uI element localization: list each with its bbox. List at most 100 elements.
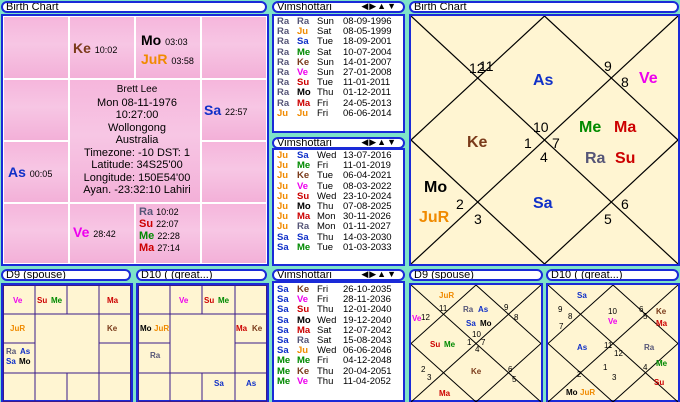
- d9s-jur: JuR: [10, 324, 26, 333]
- north-planet-ma: Ma: [614, 119, 637, 136]
- day-name: Thu: [317, 375, 334, 387]
- d9s-ma: Ma: [107, 296, 119, 305]
- vimshottari-row[interactable]: Me Ve Thu 11-04-2052: [277, 375, 392, 387]
- start-date: 11-04-2052: [343, 375, 391, 387]
- birth-chart-left-title: Birth Chart: [6, 1, 59, 13]
- d10-south-chart[interactable]: Ve Su Me Mo JuR Ma Ke Ra Sa As: [136, 283, 269, 402]
- d9n-su: Su: [430, 340, 441, 349]
- d10n-jur: JuR: [580, 388, 596, 397]
- d10n-n5: 5: [643, 312, 648, 321]
- birth-chart-right-title: Birth Chart: [414, 1, 467, 13]
- planet-sa: Sa 22:57: [204, 102, 248, 118]
- house-8-number: 8: [621, 74, 629, 90]
- planet-jur: JuR 03:58: [141, 51, 194, 67]
- house-4-number: 4: [540, 149, 548, 165]
- d10n-as: As: [577, 343, 588, 352]
- planet-ve: Ve 28:42: [73, 224, 116, 240]
- d10n-mo: Mo: [566, 388, 578, 397]
- d9n-me: Me: [444, 340, 456, 349]
- d10n-ra: Ra: [644, 343, 655, 352]
- d10n-n1: 1: [603, 363, 608, 372]
- vimshottari-3-nav-arrows[interactable]: ◀▶▲▼: [361, 271, 397, 279]
- d10-north-chart[interactable]: Sa 9 8 10 Ve 6 5 Ke Ma 7 11 12 As Ra Me …: [546, 283, 680, 402]
- north-planet-ra: Ra: [585, 150, 606, 167]
- d9-north-chart[interactable]: JuR 12 11 Ve Ra As Sa Mo 9 8 10 1 7 4 Su…: [409, 283, 543, 402]
- d10s-jur: JuR: [154, 324, 170, 333]
- d9n-n11: 11: [439, 304, 448, 313]
- bhukti-lord: Ju: [297, 107, 309, 119]
- d10n-n11: 11: [604, 341, 613, 350]
- d9n-n3: 3: [427, 373, 432, 382]
- start-date: 06-06-2014: [343, 107, 392, 119]
- d10s-sa: Sa: [214, 379, 224, 388]
- d10-south-titlebar[interactable]: D10 ( (great...): [136, 269, 267, 281]
- d10n-n4: 4: [643, 363, 648, 372]
- vimshottari-3-table: Sa Ke Fri 26-10-2035 Sa Ve Fri 28-11-2036 Sa Su Th…: [272, 281, 405, 402]
- d10n-su: Su: [654, 378, 665, 387]
- house-1-number: 1: [524, 135, 532, 151]
- planet-ke: Ke 10:02: [73, 40, 118, 56]
- d10n-n7: 7: [559, 322, 564, 331]
- birth-chart-left[interactable]: Ke 10:02 Mo 03:03 JuR 03:58 Sa 22:57 As …: [1, 14, 269, 266]
- d10-north-title: D10 ( (great...): [551, 269, 623, 281]
- d9-south-chart[interactable]: Ve Su Me Ma JuR Ke Ra As Sa Mo: [1, 283, 133, 402]
- d9-north-titlebar[interactable]: D9 (spouse): [409, 269, 543, 281]
- birth-chart-right-titlebar[interactable]: Birth Chart: [409, 1, 679, 13]
- d10n-me: Me: [656, 359, 668, 368]
- d9n-n4: 4: [475, 345, 480, 354]
- d10n-ve: Ve: [608, 317, 618, 326]
- d10s-ma: Ma: [236, 324, 248, 333]
- house-5-number: 5: [604, 211, 612, 227]
- d9s-sa: Sa: [6, 357, 16, 366]
- d9s-ra: Ra: [6, 347, 17, 356]
- d9n-ve: Ve: [412, 314, 422, 323]
- north-planet-jur: JuR: [419, 209, 450, 226]
- d10s-me: Me: [218, 296, 230, 305]
- dasha-lord: Ju: [277, 107, 289, 119]
- vimshottari-2-nav-arrows[interactable]: ◀▶▲▼: [361, 139, 397, 147]
- north-planet-ve: Ve: [639, 70, 658, 87]
- north-planet-me: Me: [579, 119, 602, 136]
- birth-city: Wollongong: [108, 121, 166, 134]
- planet-mo: Mo 03:03: [141, 32, 188, 48]
- birth-chart-left-titlebar[interactable]: Birth Chart: [1, 1, 267, 13]
- d10-south-title: D10 ( (great...): [141, 269, 213, 281]
- d9s-ke: Ke: [107, 324, 118, 333]
- d9n-ke: Ke: [471, 367, 482, 376]
- d10n-n9: 9: [558, 305, 563, 314]
- d10s-ke: Ke: [252, 324, 263, 333]
- d10n-n3: 3: [612, 373, 617, 382]
- d10n-n8: 8: [568, 312, 573, 321]
- d9s-me: Me: [51, 296, 63, 305]
- d9n-ma: Ma: [439, 389, 451, 398]
- bhukti-lord: Ve: [297, 375, 309, 387]
- birth-chart-right[interactable]: 12 11 9 8 Ve As 10 1 7 4 Ke Me Ma Ra Su …: [409, 14, 680, 266]
- d9-south-titlebar[interactable]: D9 (spouse): [1, 269, 131, 281]
- north-planet-as: As: [533, 72, 554, 89]
- vimshottari-3-titlebar[interactable]: Vimshottari ◀▶▲▼: [272, 269, 405, 281]
- vimshottari-2-table: Ju Sa Wed 13-07-2016 Ju Me Fri 11-01-2019 Ju Ke Tu…: [272, 148, 405, 266]
- vimshottari-row[interactable]: Sa Me Tue 01-03-2033: [277, 241, 392, 253]
- d9s-ve: Ve: [13, 296, 23, 305]
- planet-group-ra-su-me-ma: Ra 10:02 Su 22:07 Me 22:28 Ma 27:14: [139, 206, 180, 254]
- dasha-lord: Me: [277, 375, 291, 387]
- birth-country: Australia: [115, 134, 159, 146]
- d10s-su: Su: [204, 296, 215, 305]
- d9n-n6: 6: [508, 365, 513, 374]
- d9n-jur: JuR: [439, 291, 455, 300]
- house-11-number: 11: [479, 58, 494, 74]
- house-10-number: 10: [533, 119, 549, 135]
- d9n-sa: Sa: [466, 319, 476, 328]
- birth-ayanamsa: Ayan. -23:32:10 Lahiri: [83, 184, 191, 196]
- start-date: 01-03-2033: [343, 241, 392, 253]
- birth-timezone: Timezone: -10 DST: 1: [84, 146, 190, 159]
- vimshottari-row[interactable]: Ju Ju Fri 06-06-2014: [277, 107, 392, 119]
- d9n-n1: 1: [467, 338, 472, 347]
- d10n-n2: 2: [577, 370, 582, 379]
- vimshottari-1-titlebar[interactable]: Vimshottari ◀▶▲▼: [272, 1, 405, 13]
- birth-time: 10:27:00: [115, 109, 159, 121]
- bhukti-lord: Me: [297, 241, 311, 253]
- d9n-n9: 9: [504, 303, 509, 312]
- d10-north-titlebar[interactable]: D10 ( (great...): [546, 269, 679, 281]
- vimshottari-1-nav-arrows[interactable]: ◀▶▲▼: [361, 3, 397, 11]
